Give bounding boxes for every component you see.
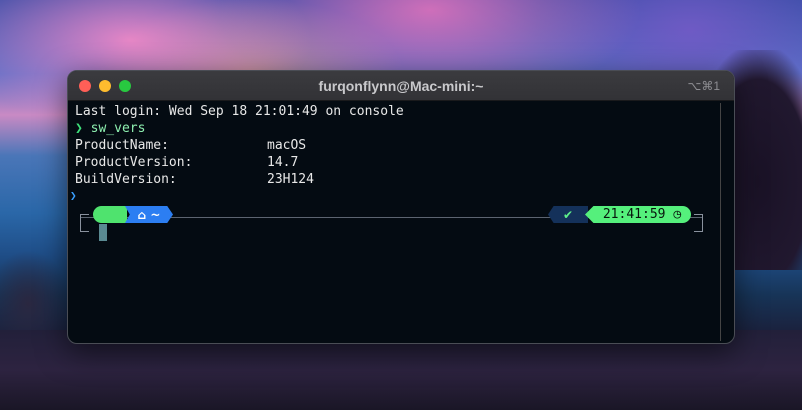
check-icon: ✔: [562, 207, 574, 222]
title-bar[interactable]: furqonflynn@Mac-mini:~ ⌥⌘1: [68, 71, 734, 101]
clock-icon: ◷: [673, 207, 682, 222]
output-row: ProductName: macOS: [75, 137, 306, 154]
os-segment: [93, 206, 127, 223]
command-line: ❯ sw_vers: [75, 120, 145, 137]
output-row: ProductVersion: 14.7: [75, 154, 298, 171]
scrollbar[interactable]: [720, 103, 721, 341]
output-row: BuildVersion: 23H124: [75, 171, 314, 188]
last-login-line: Last login: Wed Sep 18 21:01:49 on conso…: [75, 104, 404, 119]
prompt-arrow-icon: ❯: [75, 121, 83, 136]
window-shortcut: ⌥⌘1: [687, 79, 720, 93]
time-segment: 21:41:59 ◷: [585, 206, 691, 223]
window-title: furqonflynn@Mac-mini:~: [318, 78, 484, 94]
directory-label: ~: [150, 207, 161, 222]
output-key: ProductName:: [75, 138, 169, 153]
terminal-content[interactable]: Last login: Wed Sep 18 21:01:49 on conso…: [68, 101, 734, 343]
output-key: ProductVersion:: [75, 155, 193, 170]
command-text: sw_vers: [90, 121, 146, 136]
prompt-frame-right: [694, 214, 703, 232]
time-label: 21:41:59: [602, 207, 666, 222]
line-marker-icon: ❯: [70, 189, 77, 202]
background-rocks: [0, 250, 70, 340]
status-segment: ✔: [548, 206, 588, 223]
terminal-window[interactable]: furqonflynn@Mac-mini:~ ⌥⌘1 Last login: W…: [67, 70, 735, 344]
directory-segment: ⌂ ~: [125, 206, 173, 223]
prompt-frame-left: [80, 214, 89, 232]
output-value: 23H124: [267, 172, 314, 187]
home-icon: ⌂: [137, 207, 147, 222]
output-value: macOS: [267, 138, 307, 153]
output-value: 14.7: [267, 155, 299, 170]
text-cursor: [99, 224, 107, 241]
output-key: BuildVersion:: [75, 172, 177, 187]
